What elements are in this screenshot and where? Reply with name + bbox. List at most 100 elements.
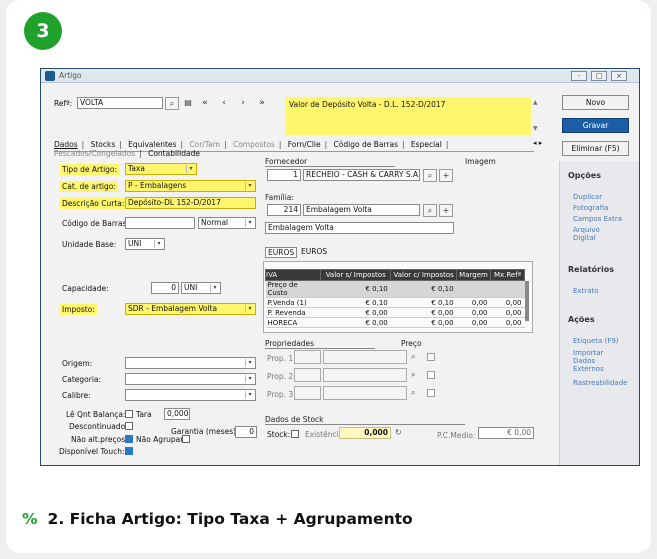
tab-scroll-icon[interactable]: ◂ ▸ [533, 139, 542, 147]
codigo-barras-input[interactable] [125, 217, 195, 229]
calibre-select[interactable]: ▾ [125, 389, 256, 401]
add-icon[interactable]: + [439, 204, 453, 217]
next-record-button[interactable]: › [237, 97, 249, 109]
tab-cor-tam[interactable]: Cor/Tam [189, 140, 220, 149]
imagem-section-label: Imagem [465, 157, 496, 166]
search-icon[interactable]: ⌕ [423, 204, 437, 217]
prop-3-price-checkbox[interactable] [427, 389, 435, 397]
prop-1-code[interactable] [294, 350, 321, 364]
table-row[interactable]: HORECA € 0,00 € 0,00 0,00 0,00 [265, 317, 525, 328]
existencia-input[interactable]: 0,000 [339, 427, 391, 439]
search-icon[interactable]: ⌕ [423, 169, 437, 182]
table-row[interactable]: Preço de Custo € 0,10 € 0,10 [265, 280, 525, 298]
extrato-link[interactable]: Extrato [573, 287, 599, 295]
prop-3-value[interactable] [323, 386, 407, 400]
imposto-select[interactable]: SDR - Embalagem Volta ▾ [125, 303, 256, 315]
prop-3-code[interactable] [294, 386, 321, 400]
ref-label: Refª: [54, 99, 73, 108]
tab-equivalentes[interactable]: Equivalentes [128, 140, 176, 149]
close-button[interactable]: × [611, 71, 627, 81]
add-icon[interactable]: + [439, 169, 453, 182]
last-record-button[interactable]: » [256, 97, 268, 109]
prop-2-label: Prop. 2: [267, 372, 296, 381]
search-icon[interactable]: ⌕ [411, 370, 415, 380]
nao-alt-precos-checkbox[interactable] [125, 435, 133, 443]
pcm-input[interactable]: € 0,00 [478, 427, 534, 439]
fornecedor-name-input[interactable]: RECHEIO - CASH & CARRY S.A. [303, 169, 420, 181]
imposto-value: SDR - Embalagem Volta [128, 304, 218, 313]
tab-compostos[interactable]: Compostos [233, 140, 275, 149]
search-icon[interactable]: ⌕ [411, 388, 415, 398]
origem-select[interactable]: ▾ [125, 357, 256, 369]
tab-especial[interactable]: Especial [411, 140, 442, 149]
scroll-down-icon[interactable]: ▼ [533, 125, 538, 132]
tab-forn-clie[interactable]: Forn/Clie [288, 140, 321, 149]
tab-pescados[interactable]: Pescados/Congelados [54, 149, 135, 158]
fornecedor-code-input[interactable]: 1 [267, 169, 301, 181]
table-row[interactable]: P.Venda (1) € 0,10 € 0,10 0,00 0,00 [265, 297, 525, 308]
tab-separator: | [278, 140, 282, 149]
table-row[interactable]: P. Revenda € 0,00 € 0,00 0,00 0,00 [265, 307, 525, 318]
duplicar-link[interactable]: Duplicar [573, 193, 602, 201]
nao-agrupar-checkbox[interactable] [182, 435, 190, 443]
title-bar: Artigo - □ × [41, 69, 639, 83]
imposto-label: Imposto: [60, 304, 97, 315]
familia-code-input[interactable]: 214 [267, 204, 301, 216]
etiqueta-link[interactable]: Etiqueta (F9) [573, 337, 619, 345]
fornecedor-section-label: Fornecedor [265, 157, 395, 167]
familia-name-input[interactable]: Embalagem Volta [303, 204, 420, 216]
capacidade-unit-select[interactable]: UNI ▾ [181, 282, 221, 294]
prop-1-price-checkbox[interactable] [427, 353, 435, 361]
prop-2-value[interactable] [323, 368, 407, 382]
prop-2-price-checkbox[interactable] [427, 371, 435, 379]
save-button[interactable]: Gravar [562, 118, 629, 133]
unidade-base-select[interactable]: UNI ▾ [125, 238, 165, 250]
le-qnt-checkbox[interactable] [125, 410, 133, 418]
stock-checkbox[interactable] [291, 430, 299, 438]
search-icon[interactable]: ⌕ [165, 97, 179, 110]
capacidade-input[interactable]: 0 [151, 282, 179, 294]
importar-dados-link[interactable]: Importar Dados Externos [573, 349, 621, 373]
ref-input[interactable]: VOLTA [77, 97, 163, 109]
row-label: HORECA [265, 317, 321, 328]
price-tab-1[interactable]: EUROS [265, 247, 298, 258]
rastreabilidade-link[interactable]: Rastreabilidade [573, 379, 627, 387]
tab-contabilidade[interactable]: Contabilidade [148, 149, 200, 158]
garantia-input[interactable]: 0 [235, 426, 257, 438]
prop-1-value[interactable] [323, 350, 407, 364]
price-tab-2[interactable]: EUROS [299, 247, 329, 256]
familia-desc-input[interactable]: Embalagem Volta [265, 222, 454, 234]
tara-input[interactable]: 0,000 [164, 408, 190, 420]
print-icon[interactable]: ▤ [181, 97, 195, 110]
categoria-select[interactable]: ▾ [125, 373, 256, 385]
disponivel-touch-checkbox[interactable] [125, 447, 133, 455]
header-description[interactable]: Valor de Depósito Volta - D.L. 152-D/201… [286, 97, 531, 135]
fotografia-link[interactable]: Fotografia [573, 204, 608, 212]
tab-dados[interactable]: Dados [54, 140, 78, 149]
new-button[interactable]: Novo [562, 95, 629, 110]
caption-text: 2. Ficha Artigo: Tipo Taxa + Agrupamento [47, 510, 413, 528]
cat-artigo-select[interactable]: P - Embalagens ▾ [125, 180, 256, 192]
chevron-down-icon: ▾ [186, 165, 195, 173]
scroll-up-icon[interactable]: ▲ [533, 99, 538, 106]
descricao-input[interactable]: Depósito-DL 152-D/2017 [125, 197, 256, 209]
cat-artigo-value: P - Embalagens [128, 181, 187, 190]
delete-button[interactable]: Eliminar (F5) [562, 141, 629, 156]
tab-stocks[interactable]: Stocks [91, 140, 116, 149]
tab-codigo-barras[interactable]: Código de Barras [334, 140, 398, 149]
descontinuado-checkbox[interactable] [125, 422, 133, 430]
prop-2-code[interactable] [294, 368, 321, 382]
prev-record-button[interactable]: ‹ [218, 97, 230, 109]
maximize-button[interactable]: □ [591, 71, 607, 81]
relatorios-title: Relatórios [568, 265, 614, 274]
col-header: Margem [456, 269, 491, 281]
tipo-artigo-select[interactable]: Taxa ▾ [125, 163, 197, 175]
grid-scrollbar[interactable] [525, 281, 529, 321]
minimize-button[interactable]: - [571, 71, 587, 81]
arquivo-digital-link[interactable]: Arquivo Digital [573, 226, 618, 242]
first-record-button[interactable]: « [199, 97, 211, 109]
refresh-icon[interactable]: ↻ [395, 428, 402, 437]
campos-extra-link[interactable]: Campos Extra [573, 215, 622, 223]
search-icon[interactable]: ⌕ [411, 352, 415, 362]
barras-type-select[interactable]: Normal ▾ [198, 217, 256, 229]
